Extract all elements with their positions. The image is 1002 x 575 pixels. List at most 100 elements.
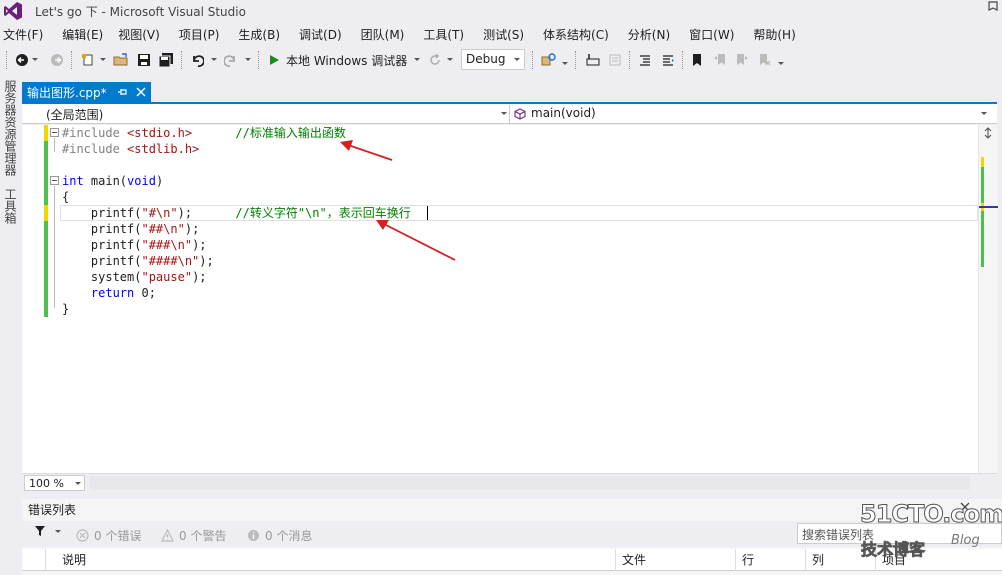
unsaved-change-indicator: [44, 205, 48, 221]
column-header-file[interactable]: 文件: [616, 549, 736, 571]
zoom-level-select[interactable]: 100 %: [24, 475, 85, 491]
undo-dropdown-arrow[interactable]: [211, 58, 217, 61]
warnings-filter-toggle[interactable]: 0 个警告: [161, 527, 226, 544]
code-token: main(: [83, 174, 128, 188]
menu-analyze[interactable]: 分析(N): [628, 24, 670, 44]
collapse-include-toggle[interactable]: [50, 128, 59, 137]
menu-file[interactable]: 文件(F): [3, 24, 43, 44]
code-line[interactable]: system("pause");: [62, 269, 207, 285]
notification-flag-icon[interactable]: [987, 1, 999, 15]
refresh-dropdown-arrow[interactable]: [447, 58, 453, 61]
horizontal-scrollbar[interactable]: [90, 476, 970, 490]
menu-architecture[interactable]: 体系结构(C): [543, 24, 609, 44]
code-line[interactable]: printf("#\n"); //转义字符"\n"，表示回车换行: [62, 205, 411, 221]
find-in-files-button[interactable]: [540, 50, 558, 70]
solution-configuration-select[interactable]: Debug: [461, 49, 525, 70]
start-debugging-button[interactable]: [266, 50, 282, 70]
new-dropdown-arrow[interactable]: [100, 58, 106, 61]
code-line[interactable]: printf("####\n");: [62, 253, 214, 269]
next-bookmark-button[interactable]: [733, 50, 751, 70]
menu-debug[interactable]: 调试(D): [299, 24, 342, 44]
collapse-main-toggle[interactable]: [50, 176, 59, 185]
code-token: "####\n": [141, 254, 200, 268]
forward-button[interactable]: [48, 50, 66, 70]
code-line[interactable]: int main(void): [62, 173, 163, 189]
save-all-button[interactable]: [157, 50, 175, 70]
code-editor[interactable]: #include <stdio.h> //标准输入输出函数 #include <s…: [22, 125, 998, 473]
menu-build[interactable]: 生成(B): [238, 24, 280, 44]
menu-project[interactable]: 项目(P): [179, 24, 220, 44]
code-token: "#\n": [141, 206, 178, 220]
split-window-icon[interactable]: [982, 127, 994, 139]
scrollbar-caret-marker: [979, 206, 998, 208]
menu-bar: 文件(F) 编辑(E) 视图(V) 项目(P) 生成(B) 调试(D) 团队(M…: [0, 24, 796, 44]
clear-bookmarks-icon: [760, 54, 771, 66]
back-dropdown-arrow[interactable]: [32, 58, 38, 61]
code-line[interactable]: printf("###\n");: [62, 237, 207, 253]
comment-lines-button[interactable]: [636, 50, 654, 70]
close-icon[interactable]: [135, 86, 147, 98]
fold-guide: [54, 138, 55, 152]
toolbar-options-arrow[interactable]: [778, 62, 784, 65]
refresh-button[interactable]: [427, 50, 443, 70]
code-line[interactable]: return 0;: [62, 285, 156, 301]
function-dropdown[interactable]: main(void): [510, 105, 995, 123]
undo-button[interactable]: [188, 50, 206, 70]
title-bar: Let's go 下 - Microsoft Visual Studio: [0, 0, 1002, 22]
server-explorer-tab[interactable]: 服务器资源管理器: [2, 80, 19, 176]
open-file-button[interactable]: [112, 50, 130, 70]
step-into-button[interactable]: [584, 50, 602, 70]
uncomment-lines-button[interactable]: [659, 50, 677, 70]
back-button[interactable]: [13, 50, 31, 70]
code-line[interactable]: }: [62, 301, 69, 317]
scrollbar-change-marker: [981, 157, 984, 267]
menu-view[interactable]: 视图(V): [118, 24, 160, 44]
code-token: <stdio.h>: [127, 126, 193, 140]
scope-dropdown[interactable]: (全局范围): [24, 105, 510, 123]
menu-team[interactable]: 团队(M): [361, 24, 405, 44]
redo-dropdown-arrow[interactable]: [245, 58, 251, 61]
step-over-button[interactable]: [606, 50, 624, 70]
debug-target-dropdown-arrow[interactable]: [414, 58, 420, 61]
redo-button[interactable]: [222, 50, 240, 70]
toggle-bookmark-button[interactable]: [688, 50, 706, 70]
document-tab[interactable]: 输出图形.cpp*: [22, 82, 151, 102]
clear-bookmarks-button[interactable]: [755, 50, 773, 70]
menu-test[interactable]: 测试(S): [483, 24, 524, 44]
code-line[interactable]: {: [62, 189, 69, 205]
local-windows-debugger-label[interactable]: 本地 Windows 调试器: [286, 52, 407, 69]
column-header-description[interactable]: 说明: [56, 549, 616, 571]
code-token: //标准输入输出函数: [235, 126, 346, 140]
pin-icon[interactable]: [117, 86, 129, 98]
code-line[interactable]: printf("##\n");: [62, 221, 199, 237]
filter-button[interactable]: [34, 525, 61, 537]
code-line[interactable]: #include <stdio.h> //标准输入输出函数: [62, 125, 346, 141]
new-project-button[interactable]: [79, 50, 97, 70]
errors-filter-toggle[interactable]: 0 个错误: [76, 527, 141, 544]
vertical-scrollbar[interactable]: [978, 125, 998, 473]
previous-bookmark-icon: [714, 54, 725, 65]
code-token: printf(: [62, 238, 142, 252]
code-token: }: [62, 302, 70, 316]
message-count: 0 个消息: [265, 529, 313, 543]
code-token: <stdlib.h>: [127, 142, 200, 156]
previous-bookmark-button[interactable]: [711, 50, 729, 70]
menu-window[interactable]: 窗口(W): [689, 24, 734, 44]
code-token: "##\n": [141, 222, 185, 236]
editor-status-bar: 100 %: [22, 473, 997, 491]
find-dropdown-arrow[interactable]: [562, 62, 568, 65]
code-line[interactable]: #include <stdlib.h>: [62, 141, 199, 157]
outdent-icon: [663, 55, 674, 66]
menu-help[interactable]: 帮助(H): [753, 24, 795, 44]
menu-tools[interactable]: 工具(T): [423, 24, 464, 44]
menu-edit[interactable]: 编辑(E): [62, 24, 103, 44]
messages-filter-toggle[interactable]: 0 个消息: [247, 527, 312, 544]
column-header-line[interactable]: 行: [736, 549, 806, 571]
find-in-files-icon: [541, 53, 556, 66]
save-button[interactable]: [135, 50, 153, 70]
toolbar-grip[interactable]: [6, 51, 7, 69]
code-token: );: [177, 206, 236, 220]
step-over-icon: [609, 54, 621, 66]
saved-changes-indicator: [44, 125, 48, 317]
toolbox-tab[interactable]: 工具箱: [2, 188, 19, 224]
